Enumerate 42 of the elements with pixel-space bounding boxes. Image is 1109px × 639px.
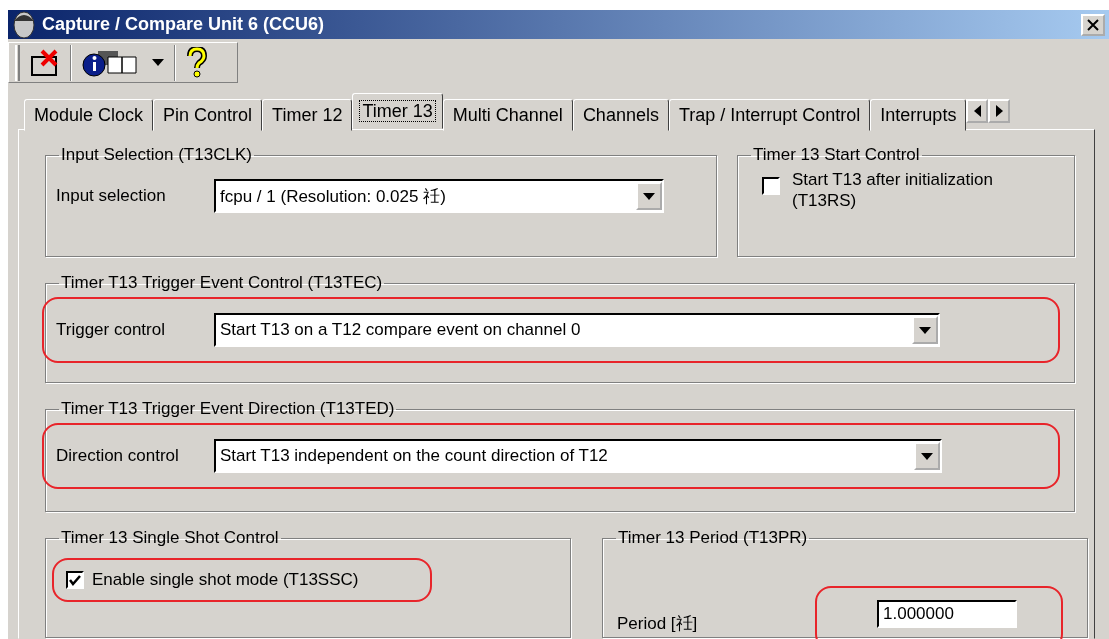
group-title: Timer 13 Period (T13PR) [617, 528, 809, 548]
tab[interactable]: Channels [572, 99, 669, 131]
checkbox[interactable] [66, 571, 84, 589]
field-label: Direction control [56, 446, 180, 466]
group-title: Timer 13 Single Shot Control [60, 528, 280, 548]
group-title: Timer T13 Trigger Event Control (T13TEC) [60, 273, 384, 293]
dropdown-button[interactable] [912, 316, 938, 344]
tab[interactable]: Module Clock [24, 99, 154, 131]
scroll-left-button[interactable] [966, 99, 989, 123]
head-icon [12, 10, 36, 39]
dropdown-field[interactable]: Start T13 on a T12 compare event on channel 0 [214, 313, 940, 347]
tab[interactable]: Interrupts [870, 99, 967, 131]
close-button[interactable] [1081, 13, 1105, 36]
caret-icon [643, 192, 655, 200]
dropdown-button[interactable] [914, 442, 940, 470]
checkbox-label: Start T13 after initialization (T13RS) [792, 169, 994, 211]
help-button[interactable] [184, 44, 210, 81]
field-label: Trigger control [56, 320, 166, 340]
group-title: Input Selection (T13CLK) [60, 145, 253, 165]
tab[interactable]: Pin Control [153, 99, 263, 131]
group-title: Timer T13 Trigger Event Direction (T13TED) [60, 399, 396, 419]
window-title: Capture / Compare Unit 6 (CCU6) [42, 14, 326, 36]
checkbox[interactable] [762, 177, 780, 195]
caret-icon [152, 59, 164, 67]
field-label: Input selection [56, 186, 167, 206]
tab[interactable]: Timer 12 [262, 99, 353, 131]
tab[interactable]: Timer 13 [352, 93, 443, 129]
caret-icon [921, 452, 933, 460]
tab[interactable]: Trap / Interrupt Control [668, 99, 871, 131]
right-arrow-icon [995, 105, 1003, 117]
dropdown-button[interactable] [636, 182, 662, 210]
period-input[interactable]: 1.000000 [877, 600, 1017, 628]
checkbox-label: Enable single shot mode (T13SSC) [92, 570, 359, 590]
caret-icon [919, 326, 931, 334]
group-title: Timer 13 Start Control [752, 145, 921, 165]
close-icon [1087, 18, 1099, 31]
dropdown-field[interactable]: Start T13 independent on the count direction of T12 [214, 439, 942, 473]
scroll-right-button[interactable] [988, 99, 1011, 123]
tab[interactable]: Multi Channel [442, 99, 573, 131]
left-arrow-icon [973, 105, 981, 117]
field-label: Period [祍] [617, 612, 698, 635]
dropdown-field[interactable]: fcpu / 1 (Resolution: 0.025 祍) [214, 179, 664, 213]
